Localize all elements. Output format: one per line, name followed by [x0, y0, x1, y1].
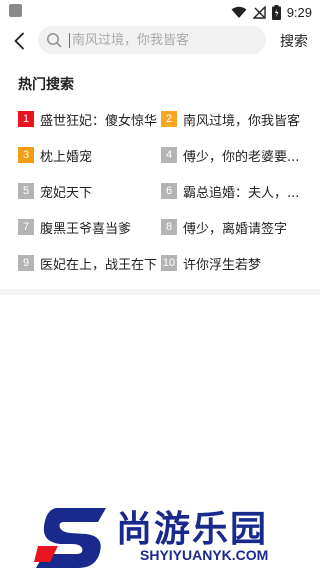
hot-search-label: 腹黑王爷喜当爹	[40, 221, 132, 237]
section-divider	[0, 289, 320, 295]
hot-search-item[interactable]: 1 盛世狂妃：傻女惊华	[18, 108, 163, 130]
hot-search-item[interactable]: 4 傅少，你的老婆要...	[161, 144, 306, 166]
hot-search-item[interactable]: 7 腹黑王爷喜当爹	[18, 216, 163, 238]
rank-badge: 5	[18, 183, 34, 199]
rank-badge: 1	[18, 111, 34, 127]
wifi-icon	[231, 6, 247, 18]
hot-search-label: 傅少，你的老婆要...	[183, 149, 300, 165]
search-button[interactable]: 搜索	[280, 31, 308, 51]
rank-badge: 3	[18, 147, 34, 163]
battery-icon	[271, 4, 281, 20]
hot-search-item[interactable]: 9 医妃在上，战王在下	[18, 252, 163, 274]
watermark-logo	[34, 508, 106, 568]
watermark: 尚游乐园 SHYIYUANYK.COM	[34, 500, 304, 570]
hot-search-label: 宠妃天下	[40, 185, 93, 201]
hot-search-label: 医妃在上，战王在下	[40, 257, 158, 273]
hot-search-item[interactable]: 5 宠妃天下	[18, 180, 163, 202]
search-icon	[46, 32, 62, 48]
rank-badge: 6	[161, 183, 177, 199]
status-bar: 9:29	[0, 0, 320, 24]
hot-search-title: 热门搜索	[18, 77, 74, 93]
rank-badge: 9	[18, 255, 34, 271]
search-input[interactable]	[72, 28, 257, 52]
hot-search-label: 南风过境，你我皆客	[183, 113, 301, 129]
hot-search-item[interactable]: 3 枕上婚宠	[18, 144, 163, 166]
hot-search-item[interactable]: 8 傅少，离婚请签字	[161, 216, 306, 238]
notification-icon	[9, 4, 22, 17]
hot-search-item[interactable]: 10 许你浮生若梦	[161, 252, 306, 274]
rank-badge: 4	[161, 147, 177, 163]
status-icons: 9:29	[231, 3, 312, 21]
text-cursor	[69, 33, 70, 48]
back-button[interactable]	[8, 29, 30, 53]
hot-search-item[interactable]: 6 霸总追婚：夫人，...	[161, 180, 306, 202]
rank-badge: 7	[18, 219, 34, 235]
hot-search-label: 许你浮生若梦	[183, 257, 262, 273]
hot-search-item[interactable]: 2 南风过境，你我皆客	[161, 108, 306, 130]
status-time: 9:29	[286, 4, 312, 20]
watermark-cn: 尚游乐园	[116, 509, 269, 550]
hot-search-label: 傅少，离婚请签字	[183, 221, 288, 237]
hot-search-label: 霸总追婚：夫人，...	[183, 185, 300, 201]
search-header: 搜索	[0, 24, 320, 58]
chevron-left-icon	[14, 32, 24, 50]
search-box[interactable]	[38, 26, 266, 54]
hot-search-label: 盛世狂妃：傻女惊华	[40, 113, 158, 129]
no-signal-icon	[252, 5, 266, 19]
watermark-en: SHYIYUANYK.COM	[140, 547, 269, 563]
rank-badge: 8	[161, 219, 177, 235]
hot-search-label: 枕上婚宠	[40, 149, 93, 165]
rank-badge: 2	[161, 111, 177, 127]
rank-badge: 10	[161, 255, 177, 271]
